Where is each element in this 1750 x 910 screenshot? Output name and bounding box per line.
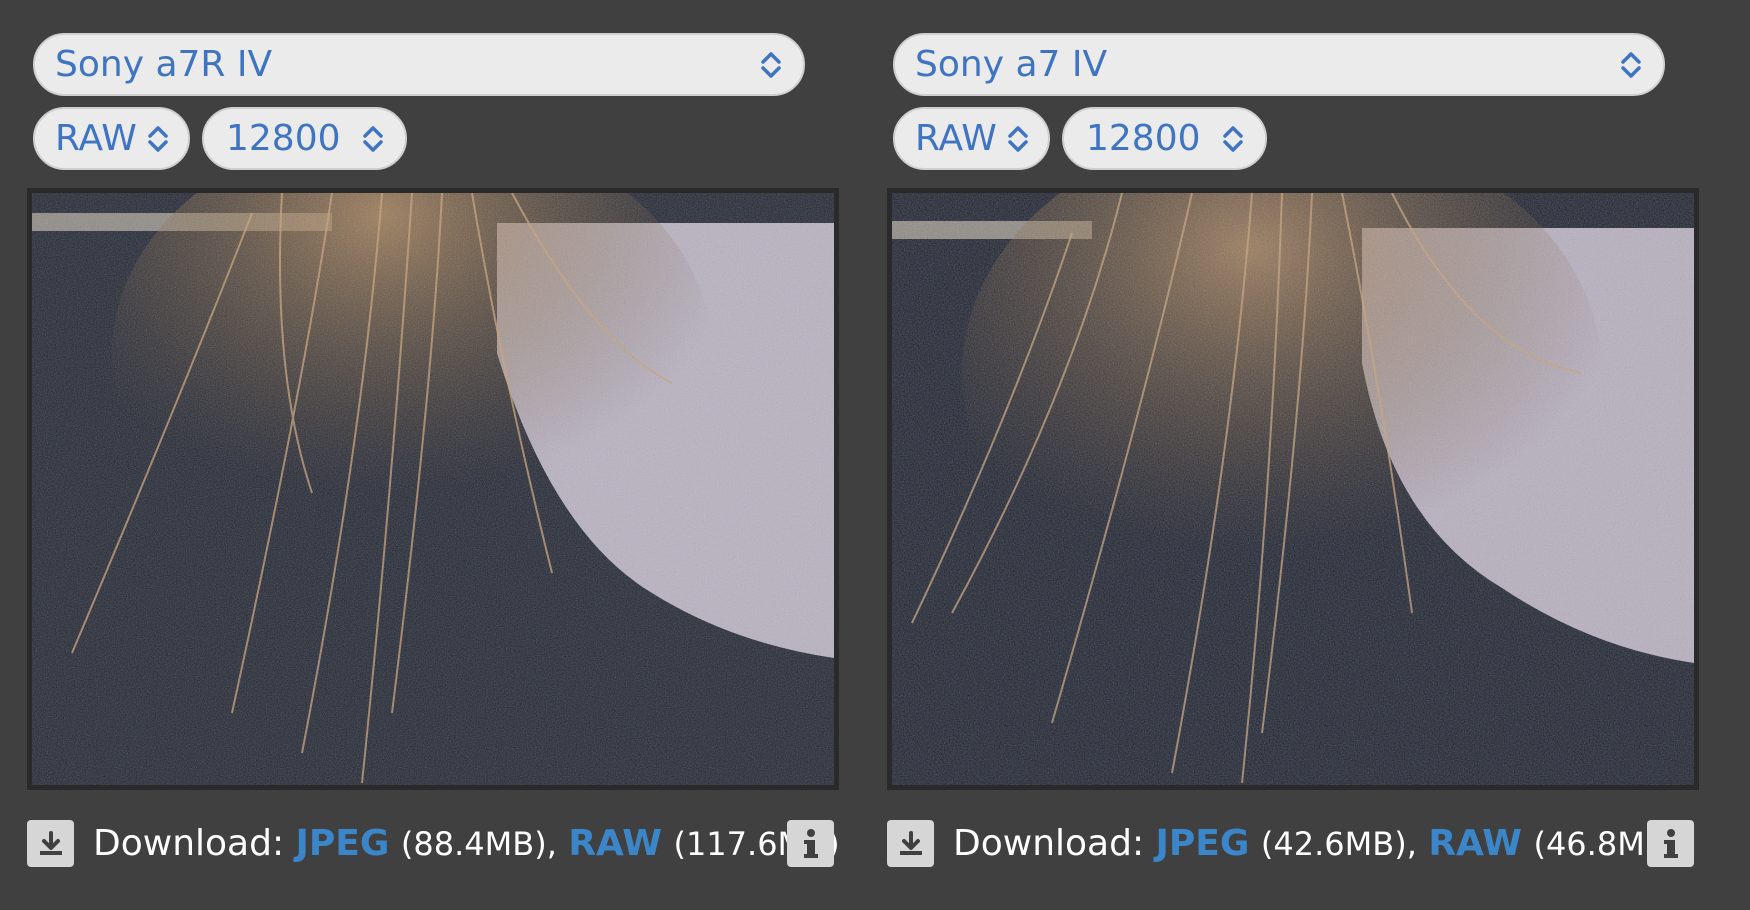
info-icon[interactable] <box>1647 820 1694 867</box>
download-arrow-icon <box>899 830 922 855</box>
chevron-up-down-icon <box>1008 125 1028 152</box>
jpeg-size: (42.6MB), <box>1260 825 1417 863</box>
download-icon[interactable] <box>27 820 74 867</box>
comparison-pane-left: Sony a7R IV RAW 12800 Download: JPEG (88… <box>27 0 847 910</box>
jpeg-size: (88.4MB), <box>400 825 557 863</box>
chevron-up-down-icon <box>363 125 383 152</box>
raw-download-link[interactable]: RAW <box>1428 822 1522 866</box>
info-icon[interactable] <box>787 820 834 867</box>
iso-select[interactable]: 12800 <box>202 107 407 170</box>
format-select[interactable]: RAW <box>893 107 1050 170</box>
download-line: Download: JPEG (88.4MB), RAW (117.6MB) <box>93 822 840 866</box>
download-icon[interactable] <box>887 820 934 867</box>
chevron-up-down-icon <box>761 51 781 78</box>
sample-image <box>32 193 834 785</box>
camera-select-value: Sony a7 IV <box>915 43 1108 85</box>
chevron-up-down-icon <box>1223 125 1243 152</box>
chevron-up-down-icon <box>148 125 168 152</box>
chevron-up-down-icon <box>1621 51 1641 78</box>
camera-select[interactable]: Sony a7 IV <box>893 33 1665 96</box>
info-glyph-icon <box>1663 828 1678 858</box>
info-glyph-icon <box>803 828 818 858</box>
jpeg-download-link[interactable]: JPEG <box>1156 822 1250 866</box>
format-select-value: RAW <box>915 117 997 159</box>
camera-select[interactable]: Sony a7R IV <box>33 33 805 96</box>
sample-image <box>892 193 1694 785</box>
iso-select-value: 12800 <box>1086 117 1201 159</box>
format-select-value: RAW <box>55 117 137 159</box>
download-label: Download: <box>953 823 1145 864</box>
comparison-pane-right: Sony a7 IV RAW 12800 Download: JPEG (42.… <box>887 0 1707 910</box>
camera-select-value: Sony a7R IV <box>55 43 273 85</box>
download-arrow-icon <box>39 830 62 855</box>
jpeg-download-link[interactable]: JPEG <box>296 822 390 866</box>
download-line: Download: JPEG (42.6MB), RAW (46.8MB) <box>953 822 1679 866</box>
raw-download-link[interactable]: RAW <box>568 822 662 866</box>
sample-image-crop[interactable] <box>27 188 839 790</box>
iso-select[interactable]: 12800 <box>1062 107 1267 170</box>
format-select[interactable]: RAW <box>33 107 190 170</box>
sample-image-crop[interactable] <box>887 188 1699 790</box>
download-label: Download: <box>93 823 285 864</box>
iso-select-value: 12800 <box>226 117 341 159</box>
